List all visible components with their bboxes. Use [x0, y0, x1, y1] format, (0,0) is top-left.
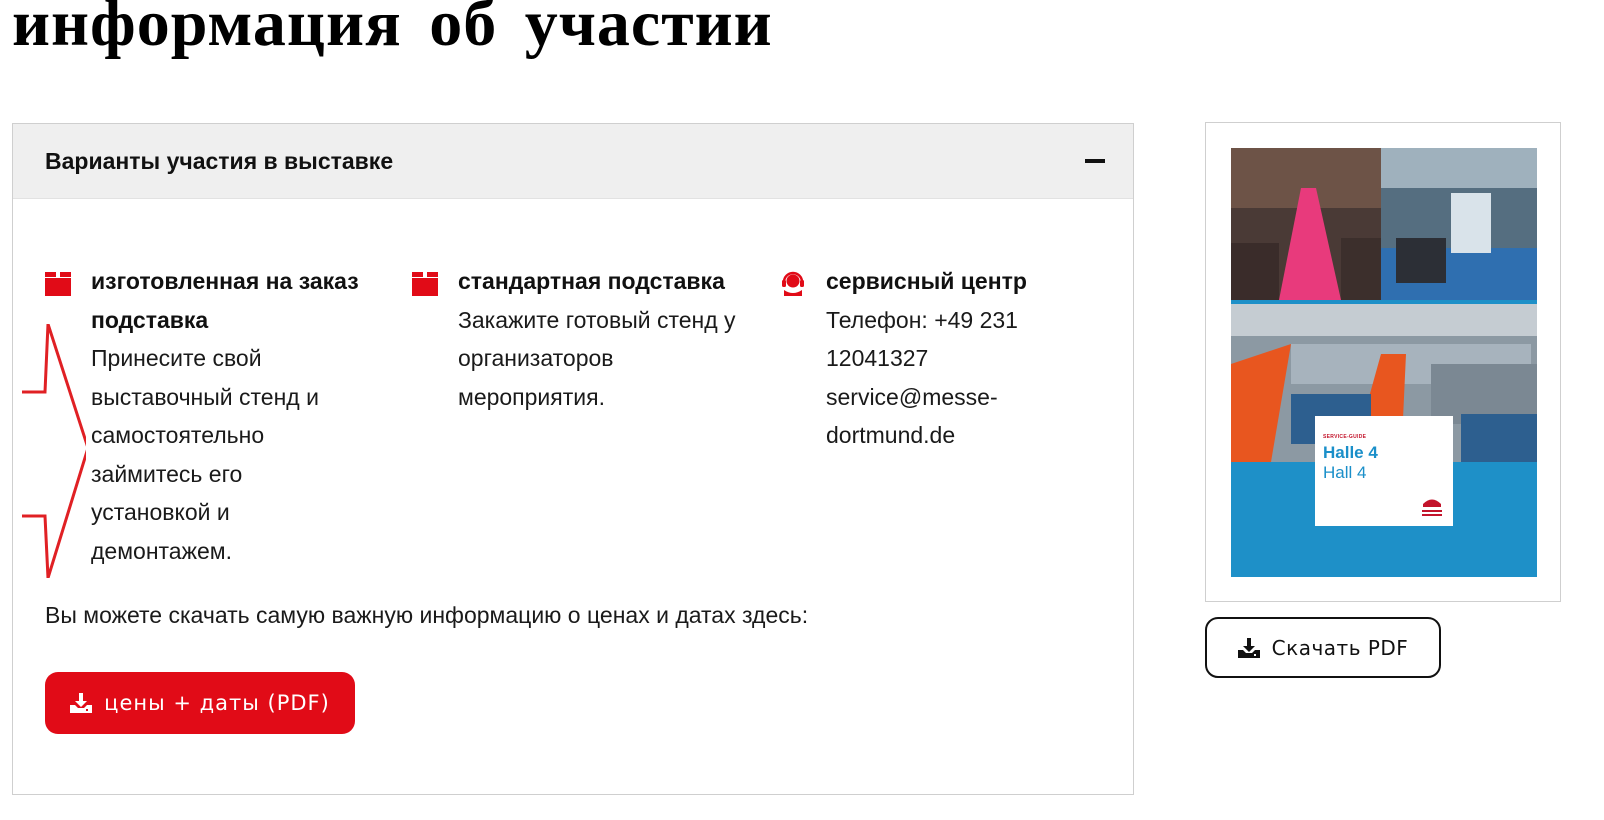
minus-icon[interactable]	[1085, 159, 1105, 163]
accordion-title: Варианты участия в выставке	[45, 148, 394, 174]
card-subtitle: Hall 4	[1323, 463, 1367, 482]
card-label: SERVICE-GUIDE	[1323, 434, 1367, 440]
option-description: Закажите готовый стенд у организаторов м…	[458, 306, 736, 410]
arrow-annotation	[22, 324, 86, 578]
download-icon	[1237, 637, 1260, 658]
option-description: Принесите свой выставочный стенд и самос…	[91, 345, 319, 564]
page-title: информация об участии	[12, 0, 773, 60]
participation-accordion: Варианты участия в выставке изготовленна…	[12, 123, 1134, 795]
service-phone[interactable]: Телефон: +49 231 12041327	[826, 307, 1018, 372]
info-text: Вы можете скачать самую важную информаци…	[45, 602, 809, 628]
messe-logo-icon	[1422, 499, 1442, 516]
box-icon	[412, 272, 438, 296]
card-title: Halle 4	[1323, 443, 1378, 462]
option-title: стандартная подставка	[458, 268, 725, 294]
option-title: изготовленная на заказ подставка	[91, 268, 359, 333]
exhibition-photo	[1231, 148, 1537, 300]
brochure-preview: SERVICE-GUIDE Halle 4 Hall 4	[1205, 122, 1561, 602]
download-pdf-label: Скачать PDF	[1271, 635, 1409, 660]
brochure-cover-image[interactable]: SERVICE-GUIDE Halle 4 Hall 4	[1231, 148, 1537, 577]
download-button-label: цены + даты (PDF)	[104, 691, 330, 715]
download-icon	[70, 693, 93, 713]
download-prices-dates-button[interactable]: цены + даты (PDF)	[45, 672, 355, 734]
brochure-card: SERVICE-GUIDE Halle 4 Hall 4	[1315, 416, 1453, 526]
service-email-link[interactable]: service@messe-dortmund.de	[826, 384, 998, 449]
box-icon	[45, 272, 71, 296]
download-pdf-button[interactable]: Скачать PDF	[1205, 617, 1441, 678]
accordion-header[interactable]: Варианты участия в выставке	[13, 124, 1133, 199]
option-title: сервисный центр	[826, 268, 1027, 294]
headset-icon	[782, 271, 804, 296]
